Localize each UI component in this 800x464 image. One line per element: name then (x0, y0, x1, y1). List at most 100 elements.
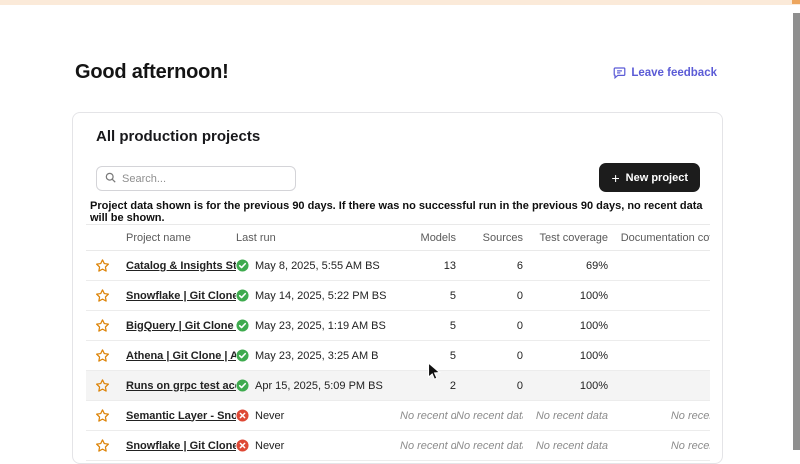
doc-coverage-cell (608, 341, 710, 371)
sources-cell: 0 (456, 281, 523, 311)
col-project-name: Project name (126, 225, 236, 251)
top-accent-strip (0, 0, 800, 5)
last-run-text: May 14, 2025, 5:22 PM BS (255, 290, 386, 302)
models-value: 2 (450, 380, 456, 392)
sources-value: 0 (517, 290, 523, 302)
project-name-cell: Semantic Layer - Snowflake (126, 401, 236, 431)
page-title: Good afternoon! (75, 61, 229, 84)
project-row[interactable]: Athena | Git Clone | Acces... May 23, 20… (86, 341, 710, 371)
project-name-link[interactable]: Catalog & Insights Staging... (126, 260, 236, 272)
sources-cell: 0 (456, 311, 523, 341)
doc-coverage-cell: No recent data (608, 431, 710, 461)
sources-cell: No recent data (456, 431, 523, 461)
project-name-link[interactable]: Snowflake | Git Clone | Use... (126, 290, 236, 302)
test-coverage-value: 69% (586, 260, 608, 272)
run-never-icon (236, 409, 249, 422)
project-name-link[interactable]: Runs on grpc test account (126, 380, 236, 392)
favorite-cell (86, 311, 126, 341)
top-strip-corner (792, 0, 800, 4)
run-success-icon (236, 259, 249, 272)
project-row[interactable]: Semantic Layer - Snowflake Never No rece… (86, 401, 710, 431)
new-project-button[interactable]: + New project (599, 163, 700, 192)
project-row[interactable]: Runs on grpc test account Apr 15, 2025, … (86, 371, 710, 401)
last-run-cell: Never (236, 431, 400, 461)
project-row[interactable]: Snowflake | Git Clone | Use... May 14, 2… (86, 281, 710, 311)
run-success-icon (236, 319, 249, 332)
models-cell: 13 (400, 251, 456, 281)
last-run-text: Apr 15, 2025, 5:09 PM BS (255, 380, 383, 392)
production-projects-panel: All production projects + New project Pr… (72, 112, 723, 464)
test-coverage-value: 100% (580, 290, 608, 302)
sources-value: 0 (517, 320, 523, 332)
models-value: 5 (450, 350, 456, 362)
sources-cell: No recent data (456, 401, 523, 431)
col-sources: Sources (456, 225, 523, 251)
project-name-cell: Athena | Git Clone | Acces... (126, 341, 236, 371)
star-column-header (86, 225, 126, 251)
run-success-icon (236, 349, 249, 362)
project-row[interactable]: Snowflake | Git Clone | Key... Never No … (86, 431, 710, 461)
sources-cell: 6 (456, 251, 523, 281)
dashboard-page: { "page": { "greeting": "Good afternoon!… (0, 0, 800, 450)
models-cell: 5 (400, 311, 456, 341)
test-coverage-value: No recent data (536, 410, 608, 422)
projects-table: Project name Last run Models Sources Tes… (86, 224, 710, 461)
project-name-cell: BigQuery | Git Clone | User... (126, 311, 236, 341)
test-coverage-cell: No recent data (523, 401, 608, 431)
test-coverage-cell: 100% (523, 311, 608, 341)
vertical-scrollbar[interactable] (793, 13, 800, 450)
last-run-text: Never (255, 410, 284, 422)
project-row[interactable]: BigQuery | Git Clone | User... May 23, 2… (86, 311, 710, 341)
star-icon[interactable] (95, 438, 126, 453)
models-cell: No recent data (400, 401, 456, 431)
test-coverage-cell: 100% (523, 341, 608, 371)
last-run-text: May 8, 2025, 5:55 AM BS (255, 260, 380, 272)
sources-value: 0 (517, 350, 523, 362)
star-icon[interactable] (95, 408, 126, 423)
run-success-icon (236, 379, 249, 392)
project-name-cell: Snowflake | Git Clone | Use... (126, 281, 236, 311)
project-name-cell: Snowflake | Git Clone | Key... (126, 431, 236, 461)
leave-feedback-link[interactable]: Leave feedback (613, 66, 717, 79)
last-run-text: May 23, 2025, 3:25 AM B (255, 350, 379, 362)
doc-coverage-cell (608, 281, 710, 311)
favorite-cell (86, 431, 126, 461)
feedback-label: Leave feedback (631, 67, 717, 79)
star-icon[interactable] (95, 258, 126, 273)
search-input[interactable] (122, 173, 272, 185)
models-cell: No recent data (400, 431, 456, 461)
doc-coverage-cell (608, 311, 710, 341)
sources-value: 6 (517, 260, 523, 272)
project-name-link[interactable]: Athena | Git Clone | Acces... (126, 350, 236, 362)
favorite-cell (86, 281, 126, 311)
favorite-cell (86, 371, 126, 401)
new-project-label: New project (626, 172, 688, 184)
test-coverage-value: 100% (580, 350, 608, 362)
sources-cell: 0 (456, 341, 523, 371)
projects-table-body: Catalog & Insights Staging... May 8, 202… (86, 251, 710, 461)
star-icon[interactable] (95, 348, 126, 363)
doc-coverage-value: No recent data (671, 410, 710, 422)
col-last-run: Last run (236, 225, 400, 251)
projects-table-container: Project name Last run Models Sources Tes… (86, 224, 710, 461)
sources-value: 0 (517, 380, 523, 392)
favorite-cell (86, 341, 126, 371)
models-value: 5 (450, 320, 456, 332)
favorite-cell (86, 251, 126, 281)
favorite-cell (86, 401, 126, 431)
star-icon[interactable] (95, 288, 126, 303)
last-run-text: May 23, 2025, 1:19 AM BS (255, 320, 386, 332)
star-icon[interactable] (95, 378, 126, 393)
project-name-link[interactable]: BigQuery | Git Clone | User... (126, 320, 236, 332)
col-doc-coverage: Documentation coverage (608, 225, 710, 251)
project-row[interactable]: Catalog & Insights Staging... May 8, 202… (86, 251, 710, 281)
star-icon[interactable] (95, 318, 126, 333)
models-value: 13 (444, 260, 456, 272)
search-icon (105, 170, 116, 188)
doc-coverage-cell: No recent data (608, 401, 710, 431)
test-coverage-cell: 69% (523, 251, 608, 281)
project-search[interactable] (96, 166, 296, 191)
feedback-bubble-icon (613, 66, 626, 79)
project-name-link[interactable]: Semantic Layer - Snowflake (126, 410, 236, 422)
models-value: 5 (450, 290, 456, 302)
